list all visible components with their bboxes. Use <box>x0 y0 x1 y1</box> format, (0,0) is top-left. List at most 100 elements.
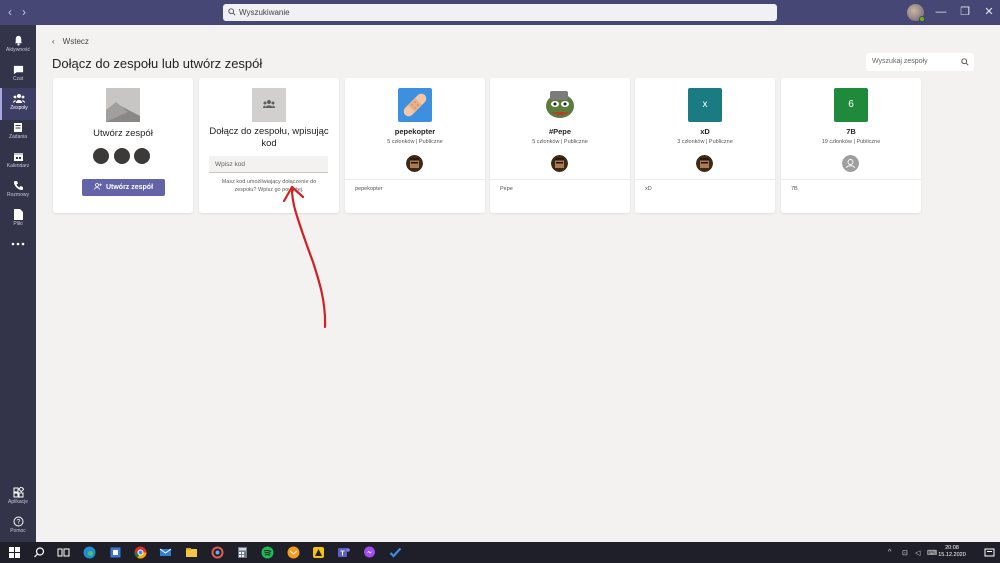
svg-text:?: ? <box>16 519 20 526</box>
rail-label: Rozmowy <box>7 192 29 198</box>
pepe-icon <box>543 88 577 122</box>
card-divider <box>490 179 630 180</box>
warning-app-icon[interactable] <box>311 545 326 560</box>
team-name: pepekopter <box>394 127 436 136</box>
back-nav-icon[interactable]: ‹ <box>8 5 12 19</box>
back-label: Wstecz <box>62 37 89 46</box>
clock-date: 15.12.2020 <box>938 552 966 558</box>
chat-icon <box>13 65 23 75</box>
team-description: xD <box>645 186 652 192</box>
calendar-icon <box>13 153 23 161</box>
member-avatar <box>92 147 110 165</box>
tray-volume-icon[interactable]: ◁ <box>915 549 920 557</box>
team-card[interactable]: 6 7B 19 członków | Publiczne 7B <box>781 78 921 213</box>
team-card[interactable]: x xD 3 członków | Publiczne xD <box>635 78 775 213</box>
member-avatar <box>551 155 568 172</box>
rail-label: Zadania <box>8 134 28 140</box>
windows-start-icon[interactable] <box>7 545 22 560</box>
close-icon[interactable]: ✕ <box>983 6 995 18</box>
team-description: 7B <box>791 186 798 192</box>
bandage-icon <box>398 88 432 122</box>
rail-item-chat[interactable]: Czat <box>0 59 36 91</box>
card-divider <box>635 179 775 180</box>
tray-network-icon[interactable]: ⊡ <box>902 549 908 557</box>
create-team-image-icon <box>106 88 140 122</box>
join-team-icon <box>252 88 286 122</box>
rail-label: Czat <box>12 76 24 82</box>
team-description: Pepe <box>500 186 513 192</box>
rail-item-apps[interactable]: Aplikacje <box>0 482 36 514</box>
join-team-title: Dołącz do zespołu, wpisując kod <box>209 126 329 149</box>
team-name: 7B <box>846 127 856 136</box>
add-team-icon <box>94 183 102 190</box>
member-avatars <box>92 147 154 165</box>
help-icon: ? <box>13 516 23 527</box>
clock-time: 20:08 <box>945 545 959 551</box>
card-divider <box>781 179 921 180</box>
rail-label: Pliki <box>13 221 23 227</box>
minimize-icon[interactable]: — <box>935 6 947 18</box>
chrome-icon[interactable] <box>133 545 148 560</box>
rail-item-more[interactable] <box>0 233 36 265</box>
rail-item-assignments[interactable]: Zadania <box>0 117 36 149</box>
rail-item-teams[interactable]: Zespoły <box>0 88 36 120</box>
main-area: ‹ Wstecz Dołącz do zespołu lub utwórz zes… <box>36 25 1000 542</box>
photos-icon[interactable] <box>210 545 225 560</box>
todo-icon[interactable] <box>388 545 403 560</box>
team-code-input[interactable] <box>209 156 328 173</box>
rail-item-activity[interactable]: Aktywność <box>0 30 36 62</box>
user-avatar[interactable] <box>907 4 925 22</box>
rail-item-files[interactable]: Pliki <box>0 204 36 236</box>
phone-icon <box>13 181 23 190</box>
create-team-button-label: Utwórz zespół <box>105 184 154 191</box>
team-search-placeholder: Wyszukaj zespoły <box>872 58 928 65</box>
team-search-input[interactable]: Wyszukaj zespoły <box>866 53 974 71</box>
global-search-placeholder: Wyszukiwanie <box>239 8 290 17</box>
taskbar-clock[interactable]: 20:08 15.12.2020 <box>936 545 968 559</box>
rail-label: Aplikacje <box>7 499 28 505</box>
notifications-icon[interactable] <box>982 545 997 560</box>
task-view-icon[interactable] <box>56 545 71 560</box>
mail-client-icon[interactable] <box>286 545 301 560</box>
team-meta: 5 członków | Publiczne <box>532 139 588 145</box>
forward-nav-icon[interactable]: › <box>22 5 26 19</box>
member-avatar <box>406 155 423 172</box>
tray-chevron-icon[interactable]: ^ <box>888 549 891 556</box>
join-code-card: Dołącz do zespołu, wpisując kod Masz kod… <box>199 78 339 213</box>
team-card[interactable]: #Pepe 5 członków | Publiczne Pepe <box>490 78 630 213</box>
member-avatar <box>696 155 713 172</box>
team-meta: 3 członków | Publiczne <box>677 139 733 145</box>
rail-item-help[interactable]: ? Pomoc <box>0 511 36 543</box>
app-rail: Aktywność Czat Zespoły Zadania Kalendarz… <box>0 25 36 542</box>
edge-icon[interactable] <box>82 545 97 560</box>
apps-icon <box>13 487 24 498</box>
rail-label: Zespoły <box>10 105 28 111</box>
file-explorer-icon[interactable] <box>184 545 199 560</box>
svg-text:T: T <box>340 550 345 557</box>
taskbar: T ^ ⊡ ◁ ⌨ 20:08 15.12.2020 <box>0 542 1000 563</box>
back-link[interactable]: ‹ Wstecz <box>52 37 97 46</box>
teams-icon <box>13 94 25 103</box>
team-card[interactable]: pepekopter 5 członków | Publiczne pepeko… <box>345 78 485 213</box>
rail-label: Aktywność <box>6 47 30 53</box>
mail-icon[interactable] <box>158 545 173 560</box>
team-meta: 19 członków | Publiczne <box>821 139 881 145</box>
more-icon <box>11 242 25 246</box>
create-team-button[interactable]: Utwórz zespół <box>82 179 165 196</box>
spotify-icon[interactable] <box>260 545 275 560</box>
file-icon <box>13 209 23 220</box>
search-icon <box>228 8 236 16</box>
bell-icon <box>14 35 22 46</box>
team-logo: x <box>688 88 722 122</box>
store-icon[interactable] <box>108 545 123 560</box>
teams-taskbar-icon[interactable]: T <box>336 545 351 560</box>
member-avatar <box>133 147 151 165</box>
rail-item-calls[interactable]: Rozmowy <box>0 175 36 207</box>
taskbar-search-icon[interactable] <box>32 545 47 560</box>
restore-icon[interactable]: ❐ <box>959 6 971 18</box>
rail-item-calendar[interactable]: Kalendarz <box>0 146 36 178</box>
default-avatar-icon <box>842 155 859 172</box>
global-search-input[interactable]: Wyszukiwanie <box>223 4 777 21</box>
calculator-icon[interactable] <box>235 545 250 560</box>
messenger-icon[interactable] <box>362 545 377 560</box>
